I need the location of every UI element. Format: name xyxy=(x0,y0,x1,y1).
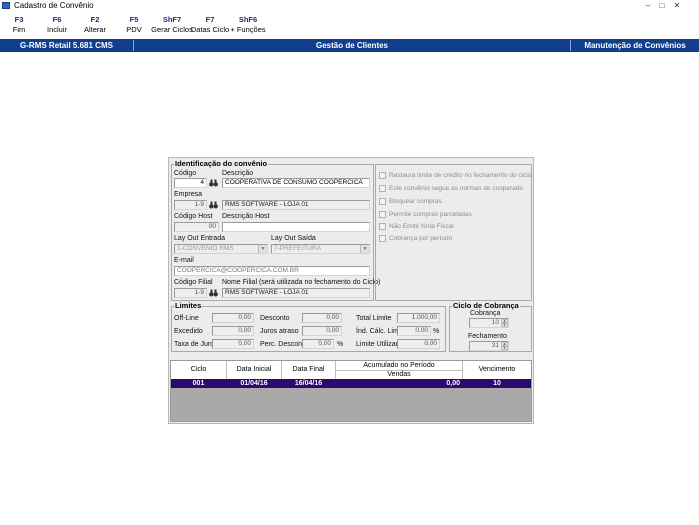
codigo-host-label: Código Host xyxy=(174,213,213,220)
layout-saida-label: Lay Out Saída xyxy=(271,235,316,242)
fkey-label: F2 xyxy=(90,15,100,24)
percent-symbol: % xyxy=(433,328,440,335)
chevron-down-icon[interactable]: ▼ xyxy=(258,245,267,253)
header-ciclo[interactable]: Ciclo xyxy=(171,365,226,374)
option-checkbox[interactable] xyxy=(379,223,386,230)
total-limite-label: Total Limite xyxy=(356,315,392,322)
layout-entrada-value: 1-CONVENIO RMS xyxy=(177,245,234,252)
spin-down-icon[interactable]: ▼ xyxy=(501,323,508,327)
title-bar: Cadastro de Convênio – □ ✕ xyxy=(0,0,699,11)
header-vendas[interactable]: Vendas xyxy=(336,370,462,379)
total-limite-input[interactable]: 1.000,00 xyxy=(397,313,440,323)
option-label: Bloquear compras xyxy=(389,198,442,205)
percent-symbol: % xyxy=(337,341,344,348)
juros-atraso-label: Juros atraso xyxy=(260,328,299,335)
excedido-input[interactable]: 0,00 xyxy=(212,326,254,336)
option-label: Permite compras parceladas xyxy=(389,211,472,218)
maximize-button[interactable]: □ xyxy=(657,1,667,10)
option-label: Este convênio segue as normas de coopera… xyxy=(389,185,524,192)
perc-desconto-label: Perc. Desconto xyxy=(260,341,308,348)
email-input[interactable]: COOPERCICA@COOPERCICA.COM.BR xyxy=(174,266,370,276)
codigo-filial-input[interactable]: 1-9 xyxy=(174,288,207,298)
module-header-bar: G-RMS Retail 5.681 CMS Gestão de Cliente… xyxy=(0,39,699,52)
codigo-host-input[interactable]: 00 xyxy=(174,222,219,232)
toolbar-alterar-button[interactable]: F2 Alterar xyxy=(73,15,117,35)
layout-entrada-select[interactable]: 1-CONVENIO RMS ▼ xyxy=(174,244,268,254)
cell-data-inicial: 01/04/16 xyxy=(240,380,268,387)
option-label: Cobrança por período xyxy=(389,235,453,242)
identificacao-group-title: Identificação do convênio xyxy=(174,159,269,168)
window-title: Cadastro de Convênio xyxy=(14,1,94,10)
codigo-input[interactable]: 4 xyxy=(174,178,207,188)
fkey-label: ShF6 xyxy=(238,15,258,24)
header-data-inicial[interactable]: Data Inicial xyxy=(227,365,281,374)
cobranca-label: Cobrança xyxy=(470,310,501,317)
header-acumulado: Acumulado no Período xyxy=(363,362,435,369)
empresa-description: RMS SOFTWARE - LOJA 01 xyxy=(222,200,370,210)
layout-saida-select[interactable]: 7-PREFEITURA ▼ xyxy=(271,244,370,254)
layout-saida-value: 7-PREFEITURA xyxy=(274,245,321,252)
taxa-juros-input[interactable]: 0,00 xyxy=(212,339,254,349)
option-checkbox[interactable] xyxy=(379,172,386,179)
spin-down-icon[interactable]: ▼ xyxy=(501,346,508,350)
header-vencimento[interactable]: Vencimento xyxy=(463,365,531,374)
table-row[interactable]: 001 01/04/16 16/04/16 0,00 10 xyxy=(171,379,531,388)
fechamento-label: Fechamento xyxy=(468,333,507,340)
option-checkbox[interactable] xyxy=(379,185,386,192)
nome-filial-input: RMS SOFTWARE - LOJA 01 xyxy=(222,288,370,298)
descricao-host-label: Descrição Host xyxy=(222,213,270,220)
header-data-final[interactable]: Data Final xyxy=(282,365,335,374)
cobranca-value: 10 xyxy=(491,319,499,326)
codigo-label: Código xyxy=(174,170,197,177)
excedido-label: Excedido xyxy=(174,328,203,335)
option-label: Não Emitir Nota Fiscal xyxy=(389,223,454,230)
close-button[interactable]: ✕ xyxy=(672,1,682,10)
limites-group-title: Limites xyxy=(174,301,203,310)
layout-entrada-label: Lay Out Entrada xyxy=(174,235,225,242)
desconto-input[interactable]: 0,00 xyxy=(302,313,342,323)
option-checkbox[interactable] xyxy=(379,211,386,218)
chevron-down-icon[interactable]: ▼ xyxy=(360,245,369,253)
option-checkbox[interactable] xyxy=(379,198,386,205)
cell-data-final: 16/04/16 xyxy=(294,380,323,387)
ind-calc-input[interactable]: 0,00 xyxy=(397,326,431,336)
binoculars-search-icon[interactable] xyxy=(209,201,218,209)
cell-vencimento: 10 xyxy=(493,380,501,387)
fkey-text: + Funções xyxy=(230,25,266,34)
cell-ciclo: 001 xyxy=(192,380,205,387)
empresa-label: Empresa xyxy=(174,191,203,198)
nome-filial-label: Nome Filial (será utilizada no fechament… xyxy=(222,279,381,286)
codigo-filial-label: Código Filial xyxy=(174,279,213,286)
cell-vendas: 0,00 xyxy=(446,380,460,387)
limite-utilizado-input: 0,00 xyxy=(397,339,440,349)
fechamento-value: 31 xyxy=(491,342,499,349)
option-label: Restaura limite de crédito no fechamento… xyxy=(389,172,532,179)
option-checkbox[interactable] xyxy=(379,235,386,242)
descricao-input[interactable]: COOPERATIVA DE CONSUMO COOPERCICA xyxy=(222,178,370,188)
ind-calc-label: Índ. Cálc. Lim xyxy=(356,328,399,335)
binoculars-search-icon[interactable] xyxy=(209,289,218,297)
screen-title: Manutenção de Convênios xyxy=(584,41,686,50)
ciclos-table: Ciclo Data Inicial Data Final Acumulado … xyxy=(170,360,532,422)
minimize-button[interactable]: – xyxy=(643,1,653,10)
binoculars-search-icon[interactable] xyxy=(209,179,218,187)
descricao-host-input[interactable] xyxy=(222,222,370,232)
offline-label: Off-Line xyxy=(174,315,199,322)
fkey-text: Alterar xyxy=(83,25,107,34)
desconto-label: Desconto xyxy=(260,315,290,322)
app-icon xyxy=(2,2,10,9)
fechamento-spinner[interactable]: 31 ▲ ▼ xyxy=(469,341,509,351)
convenio-form-panel: Identificação do convênio Código 4 Descr… xyxy=(168,157,534,424)
cobranca-spinner[interactable]: 10 ▲ ▼ xyxy=(469,318,509,328)
module-title: Gestão de Clientes xyxy=(315,41,389,50)
toolbar-mais-funcoes-button[interactable]: ShF6 + Funções xyxy=(226,15,270,35)
juros-atraso-input[interactable]: 0,00 xyxy=(302,326,342,336)
email-label: E-mail xyxy=(174,257,194,264)
system-version-label: G-RMS Retail 5.681 CMS xyxy=(20,41,113,50)
empresa-input[interactable]: 1-9 xyxy=(174,200,207,210)
descricao-label: Descrição xyxy=(222,170,254,177)
perc-desconto-input[interactable]: 0,00 xyxy=(302,339,334,349)
offline-input[interactable]: 0,00 xyxy=(212,313,254,323)
